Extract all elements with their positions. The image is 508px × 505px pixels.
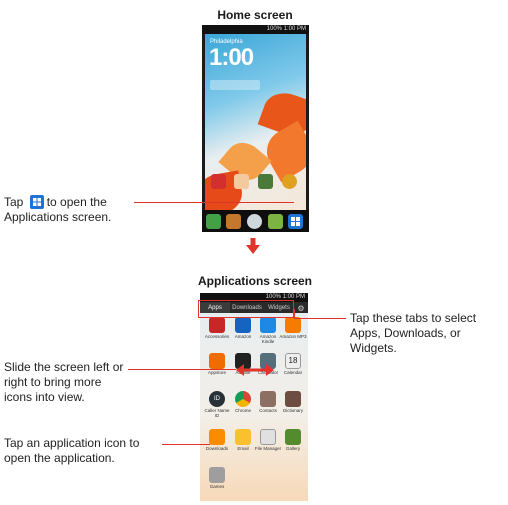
app-icon: [209, 317, 225, 333]
app-label: Amazon MP3: [279, 334, 307, 339]
callout-leader-line: [128, 369, 236, 370]
status-bar: 100% 1:00 PM: [202, 25, 309, 34]
callout-tap-word: Tap: [4, 195, 24, 209]
app-icon: [209, 353, 225, 369]
app-icon[interactable]: [258, 174, 273, 189]
arrow-down-icon: [246, 238, 260, 254]
calendar-icon: 18: [285, 353, 301, 369]
apps-grid: Accessories Amazon Amazon Kindle Amazon …: [200, 313, 308, 501]
contacts-icon: [260, 391, 276, 407]
phone-icon[interactable]: [206, 214, 221, 229]
app-icon: ID: [209, 391, 225, 407]
home-dock: [202, 210, 309, 232]
slide-callout: Slide the screen left or right to bring …: [4, 360, 124, 404]
chrome-icon[interactable]: [282, 174, 297, 189]
tabs-callout: Tap these tabs to select Apps, Downloads…: [350, 311, 477, 355]
leaf-decoration: [258, 120, 306, 183]
voicemail-icon[interactable]: [211, 174, 226, 189]
home-screen-heading: Home screen: [217, 8, 293, 22]
download-icon: [209, 429, 225, 445]
callout-leader-line: [134, 202, 294, 203]
callout-suffix: to open the: [46, 195, 107, 209]
email-icon: [235, 429, 251, 445]
folder-icon: [260, 429, 276, 445]
clock-time: 1:00: [209, 44, 254, 71]
swipe-arrow-icon: [236, 364, 274, 376]
app-label: Dictionary: [282, 408, 303, 413]
app-icon: [285, 317, 301, 333]
app-label: Calendar: [283, 370, 303, 375]
tabs-highlight-box: [198, 300, 294, 318]
callout-line2: Applications screen.: [4, 210, 112, 224]
home-screen-phone: 100% 1:00 PM Philadelphia 1:00: [202, 25, 309, 232]
apps-grid-icon: [29, 195, 44, 209]
app-icon: [235, 317, 251, 333]
home-wallpaper: Philadelphia 1:00: [205, 34, 306, 210]
callout-leader-line: [294, 318, 346, 319]
app-label: Gallery: [285, 446, 301, 451]
chrome-icon: [235, 391, 251, 407]
callout-leader-line: [294, 309, 295, 319]
apps-screen-phone: 100% 1:00 PM Apps Downloads Widgets ⚙ Ac…: [200, 293, 308, 501]
app-label: Games: [209, 484, 225, 489]
app-amazon-mp3[interactable]: Amazon MP3: [278, 315, 308, 349]
home-callout: Tap to open the Applications screen.: [4, 195, 134, 225]
gallery-icon: [285, 429, 301, 445]
app-icon: [260, 317, 276, 333]
app-gallery[interactable]: Gallery: [278, 427, 308, 461]
app-games[interactable]: Games: [202, 465, 232, 499]
callout-leader-line: [162, 444, 210, 445]
apps-screen-heading: Applications screen: [197, 274, 313, 288]
clock-weather-widget[interactable]: [210, 80, 260, 90]
games-icon: [209, 467, 225, 483]
messaging-icon[interactable]: [268, 214, 283, 229]
tap-app-callout: Tap an application icon to open the appl…: [4, 436, 140, 465]
app-icon[interactable]: [234, 174, 249, 189]
app-dictionary[interactable]: Dictionary: [278, 389, 308, 423]
apps-grid-icon[interactable]: [288, 214, 303, 229]
app-calendar[interactable]: 18 Calendar: [278, 351, 308, 385]
browser-icon[interactable]: [247, 214, 262, 229]
contacts-icon[interactable]: [226, 214, 241, 229]
app-icon: [285, 391, 301, 407]
